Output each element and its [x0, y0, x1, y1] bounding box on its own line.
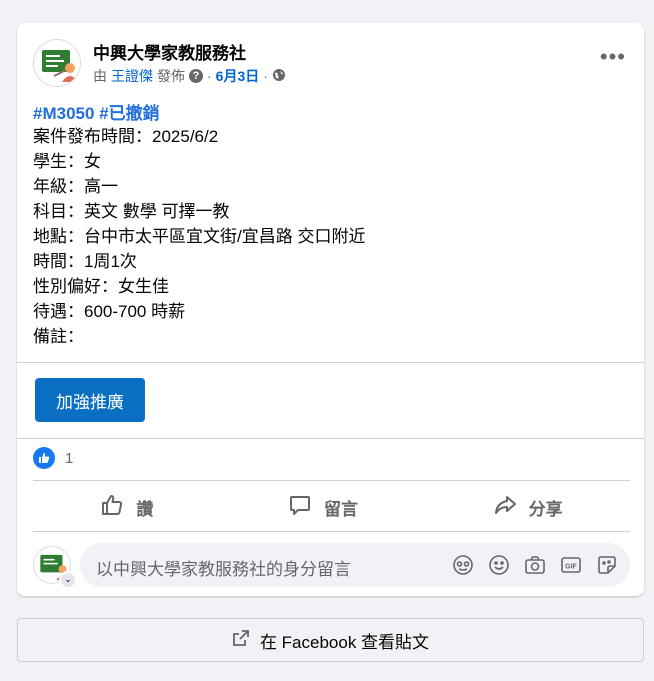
gif-icon[interactable]: GIF [560, 554, 582, 576]
post-hashtags[interactable]: #M3050 #已撤銷 [33, 99, 160, 124]
comment-input[interactable]: 以中興大學家教服務社的身分留言 GIF [80, 543, 630, 587]
comment-placeholder: 以中興大學家教服務社的身分留言 [96, 560, 351, 579]
avatar-sticker-icon[interactable] [452, 554, 474, 576]
post-line: 地點：台中市太平區宜文街/宜昌路 交口附近 [33, 227, 366, 246]
like-reaction-icon [33, 447, 55, 469]
author-link[interactable]: 王證傑 [111, 66, 153, 86]
share-button[interactable]: 分享 [473, 485, 583, 530]
external-link-icon [232, 629, 250, 652]
camera-icon[interactable] [524, 554, 546, 576]
posted-label: 發佈 [157, 68, 185, 84]
post-meta: 由 王證傑 發佈 ? · 6月3日 · [93, 66, 286, 86]
comment-icon [288, 493, 312, 522]
post-line: 性別偏好：女生佳 [33, 277, 169, 296]
sticker-icon[interactable] [596, 554, 618, 576]
thumbs-up-icon [100, 493, 124, 522]
svg-text:GIF: GIF [565, 564, 577, 571]
meta-separator: · [207, 68, 212, 84]
view-on-facebook-button[interactable]: 在 Facebook 查看貼文 [17, 618, 644, 662]
comment-button[interactable]: 留言 [268, 485, 378, 530]
post-body: 案件發布時間：2025/6/2 學生：女 年級：高一 科目：英文 數學 可擇一教… [33, 124, 365, 349]
share-label: 分享 [528, 499, 563, 519]
divider [33, 531, 630, 532]
post-date-link[interactable]: 6月3日 [216, 66, 260, 86]
divider [33, 480, 630, 481]
page-avatar[interactable] [33, 39, 81, 87]
by-label: 由 [93, 68, 107, 84]
share-icon [493, 493, 517, 522]
post-line: 案件發布時間：2025/6/2 [33, 127, 219, 146]
globe-icon[interactable] [272, 68, 286, 85]
post-line: 時間：1周1次 [33, 252, 137, 271]
post-line: 年級：高一 [33, 177, 118, 196]
like-label: 讚 [136, 499, 154, 519]
post-line: 學生：女 [33, 152, 101, 171]
divider [17, 362, 644, 363]
meta-separator: · [263, 68, 268, 84]
divider [17, 438, 644, 439]
question-icon[interactable]: ? [189, 69, 203, 83]
comment-label: 留言 [323, 499, 358, 519]
reaction-count: 1 [65, 449, 74, 467]
page-name[interactable]: 中興大學家教服務社 [93, 39, 246, 64]
reactions-summary[interactable]: 1 [33, 447, 73, 469]
view-on-facebook-label: 在 Facebook 查看貼文 [259, 632, 430, 652]
like-button[interactable]: 讚 [80, 485, 173, 530]
chevron-down-icon[interactable]: ⌄ [59, 571, 77, 589]
comment-tools: GIF [452, 554, 618, 576]
post-line: 備註： [33, 327, 84, 346]
boost-post-button[interactable]: 加強推廣 [35, 378, 145, 422]
more-options-icon[interactable]: ••• [600, 46, 626, 68]
post-card: 中興大學家教服務社 由 王證傑 發佈 ? · 6月3日 · ••• #M3050… [17, 23, 644, 596]
post-line: 待遇：600-700 時薪 [33, 302, 186, 321]
post-actions: 讚 留言 分享 [33, 483, 630, 531]
emoji-icon[interactable] [488, 554, 510, 576]
post-line: 科目：英文 數學 可擇一教 [33, 202, 230, 221]
